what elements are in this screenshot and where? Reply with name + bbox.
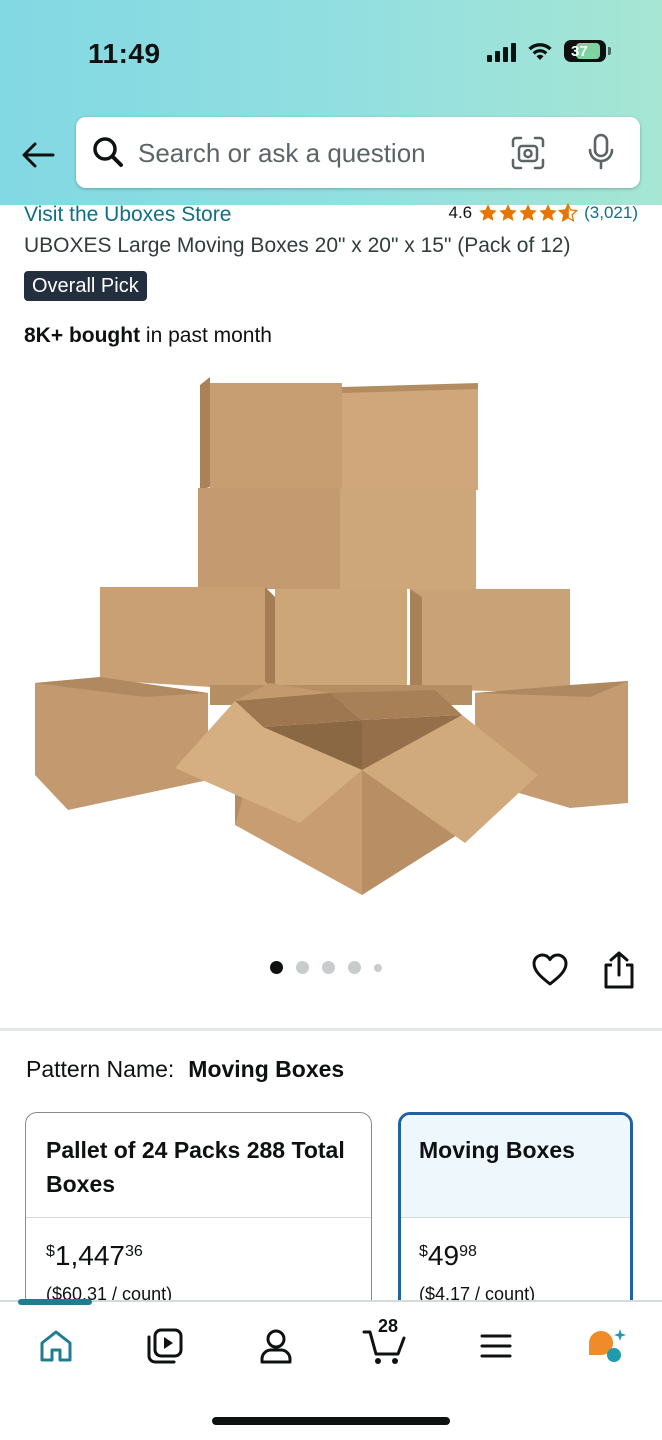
status-icons: 37 <box>487 40 611 62</box>
rating[interactable]: 4.6 (3,021) <box>448 203 638 223</box>
nav-active-indicator <box>18 1299 92 1305</box>
search-bar[interactable] <box>76 117 640 188</box>
status-time: 11:49 <box>88 38 161 69</box>
pattern-value: Moving Boxes <box>188 1056 345 1082</box>
nav-home[interactable] <box>34 1324 78 1368</box>
price-cents: 36 <box>124 1243 143 1260</box>
option-title: Pallet of 24 Packs 288 Total Boxes <box>46 1137 345 1197</box>
rufus-icon <box>589 1329 626 1362</box>
star-rating <box>478 203 579 223</box>
bought-count: 8K+ bought in past month <box>24 324 272 348</box>
share-icon[interactable] <box>601 950 637 990</box>
nav-video[interactable] <box>143 1324 187 1368</box>
box-center <box>275 589 407 689</box>
option-price: $1,447 36 <box>26 1218 371 1272</box>
price-whole: 49 <box>427 1240 460 1271</box>
image-pagination <box>270 961 382 974</box>
menu-icon <box>480 1334 512 1358</box>
account-icon <box>260 1329 292 1364</box>
home-indicator[interactable] <box>212 1417 450 1425</box>
battery-icon: 37 <box>564 40 611 62</box>
wifi-icon <box>528 43 552 60</box>
battery-tip <box>608 47 611 55</box>
price-whole: 1,447 <box>54 1240 125 1271</box>
bought-count-bold: 8K+ bought <box>24 324 141 347</box>
star-icon <box>519 204 537 221</box>
back-button[interactable] <box>18 135 58 175</box>
battery-percent: 37 <box>571 42 588 60</box>
section-divider <box>0 1028 662 1031</box>
price-currency: $ <box>46 1243 55 1260</box>
video-icon <box>147 1328 183 1364</box>
box-bottom-left <box>35 677 208 810</box>
option-price: $49 98 <box>401 1218 630 1272</box>
option-title: Moving Boxes <box>401 1115 630 1217</box>
product-page: 11:49 37 Search or ask a question Visit … <box>0 0 662 1440</box>
rating-count: (3,021) <box>584 203 638 222</box>
camera-lens-icon[interactable] <box>510 135 546 171</box>
search-input[interactable] <box>138 131 498 175</box>
rating-value: 4.6 <box>448 203 473 222</box>
option-card-moving-boxes[interactable]: Moving Boxes $49 98 ($4.17 / count) <box>398 1112 633 1332</box>
box-top-left <box>200 377 342 490</box>
header: 11:49 37 <box>0 0 662 205</box>
page-dot-5[interactable] <box>374 963 382 972</box>
product-title: UBOXES Large Moving Boxes 20" x 20" x 15… <box>24 234 571 257</box>
nav-menu[interactable] <box>474 1324 518 1368</box>
cart-count-badge: 28 <box>378 1316 399 1336</box>
page-dot-3[interactable] <box>322 961 335 974</box>
box-second-left <box>198 488 340 589</box>
page-dot-2[interactable] <box>296 961 309 974</box>
overall-pick-badge[interactable]: Overall Pick <box>24 271 147 301</box>
page-dot-4[interactable] <box>348 961 361 974</box>
pattern-label: Pattern Name: <box>26 1056 175 1082</box>
price-cents: 98 <box>459 1243 477 1260</box>
nav-rufus[interactable] <box>584 1324 628 1368</box>
price-currency: $ <box>419 1243 428 1260</box>
box-top-right <box>342 383 478 490</box>
box-second-right <box>340 489 476 589</box>
star-icon <box>539 204 557 221</box>
star-half-icon <box>558 203 579 223</box>
box-third-right <box>410 589 570 695</box>
signal-icon <box>487 40 516 62</box>
home-icon <box>40 1330 72 1362</box>
box-third-left <box>100 587 275 691</box>
arrow-left-icon <box>22 142 55 168</box>
heart-icon[interactable] <box>531 951 569 989</box>
star-icon <box>499 204 517 221</box>
pattern-name: Pattern Name: Moving Boxes <box>26 1056 344 1083</box>
store-link[interactable]: Visit the Uboxes Store <box>24 203 231 227</box>
star-icon <box>479 204 497 221</box>
search-icon <box>93 137 123 167</box>
product-image[interactable] <box>30 375 632 905</box>
bought-count-rest: in past month <box>140 324 272 347</box>
nav-account[interactable] <box>254 1324 298 1368</box>
page-dot-1[interactable] <box>270 961 283 974</box>
microphone-icon[interactable] <box>586 133 616 171</box>
